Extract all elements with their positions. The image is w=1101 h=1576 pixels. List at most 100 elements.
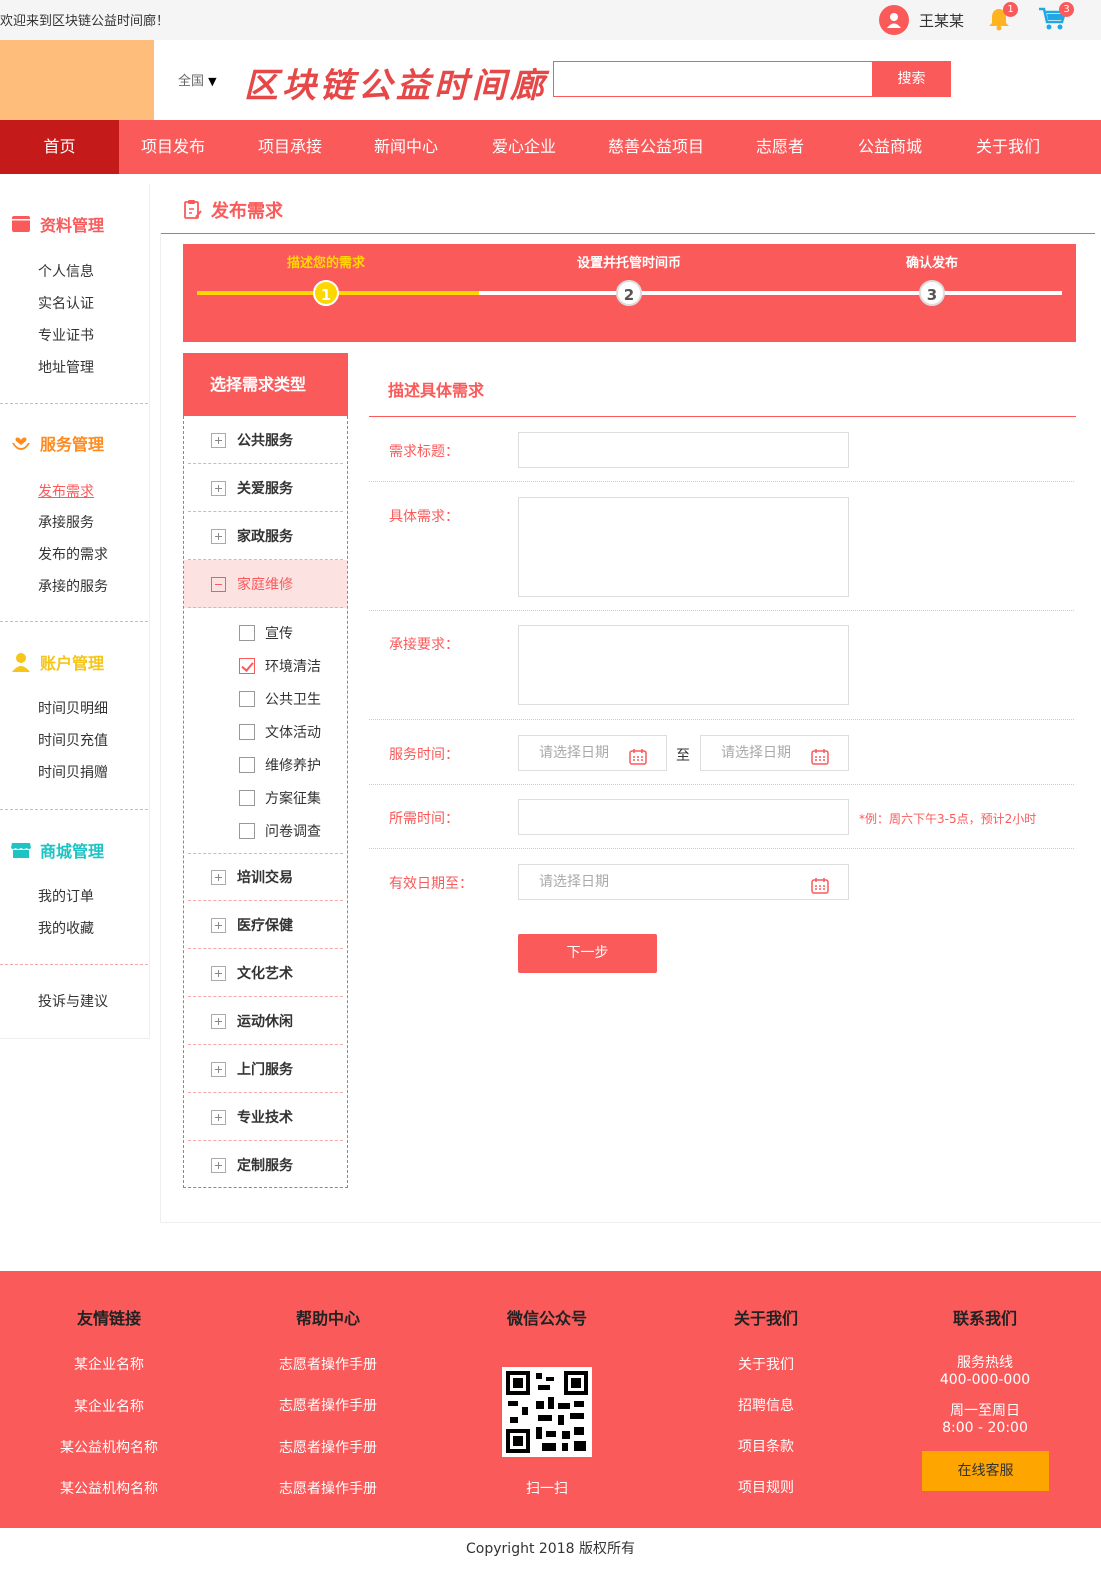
- title-input[interactable]: [518, 432, 849, 468]
- avatar-icon[interactable]: [879, 5, 909, 35]
- footer-link[interactable]: 志愿者操作手册: [228, 1354, 428, 1374]
- nav-item-charity[interactable]: 慈善公益项目: [596, 120, 716, 174]
- requirement-label: 承接要求：: [389, 637, 459, 653]
- username[interactable]: 王某某: [919, 10, 964, 31]
- checkbox[interactable]: [239, 691, 255, 707]
- sidebar-item-feedback[interactable]: 投诉与建议: [38, 991, 108, 1011]
- sidebar-item-undertaken-services[interactable]: 承接的服务: [38, 576, 108, 596]
- search-button[interactable]: 搜索: [872, 61, 951, 97]
- category-item[interactable]: 培训交易: [184, 853, 347, 901]
- category-item[interactable]: 定制服务: [184, 1141, 347, 1189]
- expand-plus-icon[interactable]: [211, 917, 226, 933]
- valid-date-picker[interactable]: 请选择日期: [518, 864, 849, 900]
- footer-link[interactable]: 某企业名称: [9, 1354, 209, 1374]
- hours-value: 8:00 - 20:00: [942, 1420, 1028, 1436]
- sidebar-item-coin-recharge[interactable]: 时间贝充值: [38, 730, 108, 750]
- nav-item-enterprise[interactable]: 爱心企业: [470, 120, 578, 174]
- sidebar-item-certificate[interactable]: 专业证书: [38, 325, 94, 345]
- region-selector[interactable]: 全国 ▼: [178, 70, 217, 89]
- calendar-icon[interactable]: [629, 744, 647, 765]
- category-item[interactable]: 文化艺术: [184, 949, 347, 997]
- sidebar-group-title: 资料管理: [40, 216, 105, 235]
- subcategory-checkbox[interactable]: 问卷调查: [239, 821, 321, 841]
- nav-item-mall[interactable]: 公益商城: [836, 120, 944, 174]
- search-input[interactable]: [553, 61, 873, 97]
- expand-plus-icon[interactable]: [211, 1061, 226, 1077]
- category-item[interactable]: 运动休闲: [184, 997, 347, 1045]
- nav-item-publish[interactable]: 项目发布: [119, 120, 227, 174]
- category-item[interactable]: 医疗保健: [184, 901, 347, 949]
- calendar-icon[interactable]: [811, 744, 829, 765]
- start-date-picker[interactable]: 请选择日期: [518, 735, 667, 771]
- footer-link[interactable]: 项目条款: [666, 1436, 866, 1456]
- form-row-divider: [369, 848, 1074, 849]
- sidebar-item-orders[interactable]: 我的订单: [38, 886, 94, 906]
- end-date-picker[interactable]: 请选择日期: [700, 735, 849, 771]
- detail-textarea[interactable]: [518, 497, 849, 597]
- nav-item-news[interactable]: 新闻中心: [352, 120, 460, 174]
- sidebar-divider: [0, 964, 148, 965]
- sidebar-item-publish-demand[interactable]: 发布需求: [38, 481, 94, 501]
- calendar-icon[interactable]: [811, 873, 829, 894]
- sidebar-item-undertake-service[interactable]: 承接服务: [38, 512, 94, 532]
- subcategory-checkbox[interactable]: 环境清洁: [239, 656, 321, 676]
- footer-link[interactable]: 关于我们: [666, 1354, 866, 1374]
- sidebar-item-address[interactable]: 地址管理: [38, 357, 94, 377]
- nav-item-about[interactable]: 关于我们: [954, 120, 1062, 174]
- next-step-button[interactable]: 下一步: [518, 934, 657, 973]
- logo-placeholder[interactable]: [0, 40, 154, 120]
- footer-link[interactable]: 招聘信息: [666, 1395, 866, 1415]
- expand-plus-icon[interactable]: [211, 965, 226, 981]
- notification-bell-icon[interactable]: 1: [986, 2, 1018, 34]
- subcategory-checkbox[interactable]: 宣传: [239, 623, 293, 643]
- sidebar-item-coin-detail[interactable]: 时间贝明细: [38, 698, 108, 718]
- footer-link[interactable]: 某公益机构名称: [9, 1437, 209, 1457]
- expand-plus-icon[interactable]: [211, 432, 226, 448]
- user-icon: [10, 651, 32, 673]
- footer-heading: 微信公众号: [506, 1309, 587, 1328]
- footer-link[interactable]: 志愿者操作手册: [228, 1395, 428, 1415]
- category-item[interactable]: 关爱服务: [184, 464, 347, 512]
- expand-plus-icon[interactable]: [211, 1109, 226, 1125]
- expand-plus-icon[interactable]: [211, 869, 226, 885]
- collapse-minus-icon[interactable]: [211, 576, 226, 592]
- subcategory-checkbox[interactable]: 文体活动: [239, 722, 321, 742]
- footer-link[interactable]: 项目规则: [666, 1477, 866, 1497]
- expand-plus-icon[interactable]: [211, 1157, 226, 1173]
- expand-plus-icon[interactable]: [211, 480, 226, 496]
- nav-item-volunteer[interactable]: 志愿者: [726, 120, 834, 174]
- subcategory-checkbox[interactable]: 维修养护: [239, 755, 321, 775]
- online-service-button[interactable]: 在线客服: [922, 1451, 1049, 1491]
- sidebar-item-personal-info[interactable]: 个人信息: [38, 261, 94, 281]
- checkbox[interactable]: [239, 790, 255, 806]
- expand-plus-icon[interactable]: [211, 1013, 226, 1029]
- category-item-open[interactable]: 家庭维修: [184, 560, 347, 608]
- user-menu[interactable]: 王某某: [879, 5, 964, 35]
- checkbox[interactable]: [239, 724, 255, 740]
- footer-link[interactable]: 志愿者操作手册: [228, 1437, 428, 1457]
- nav-item-home[interactable]: 首页: [0, 120, 119, 174]
- footer-link[interactable]: 志愿者操作手册: [228, 1478, 428, 1498]
- checkbox-checked[interactable]: [239, 658, 255, 674]
- duration-input[interactable]: [518, 799, 849, 835]
- footer-link[interactable]: 某企业名称: [9, 1396, 209, 1416]
- category-item[interactable]: 上门服务: [184, 1045, 347, 1093]
- category-item[interactable]: 专业技术: [184, 1093, 347, 1141]
- nav-item-undertake[interactable]: 项目承接: [236, 120, 344, 174]
- sidebar-item-published-demands[interactable]: 发布的需求: [38, 544, 108, 564]
- sidebar-item-favorites[interactable]: 我的收藏: [38, 918, 94, 938]
- subcategory-checkbox[interactable]: 方案征集: [239, 788, 321, 808]
- checkbox[interactable]: [239, 625, 255, 641]
- checkbox[interactable]: [239, 823, 255, 839]
- category-item[interactable]: 公共服务: [184, 416, 347, 464]
- expand-plus-icon[interactable]: [211, 528, 226, 544]
- shop-icon: [10, 839, 32, 861]
- footer-link[interactable]: 某公益机构名称: [9, 1478, 209, 1498]
- sidebar-item-verification[interactable]: 实名认证: [38, 293, 94, 313]
- requirement-textarea[interactable]: [518, 625, 849, 705]
- checkbox[interactable]: [239, 757, 255, 773]
- category-item[interactable]: 家政服务: [184, 512, 347, 560]
- sidebar-item-coin-donate[interactable]: 时间贝捐赠: [38, 762, 108, 782]
- subcategory-checkbox[interactable]: 公共卫生: [239, 689, 321, 709]
- cart-icon[interactable]: 3: [1038, 2, 1074, 34]
